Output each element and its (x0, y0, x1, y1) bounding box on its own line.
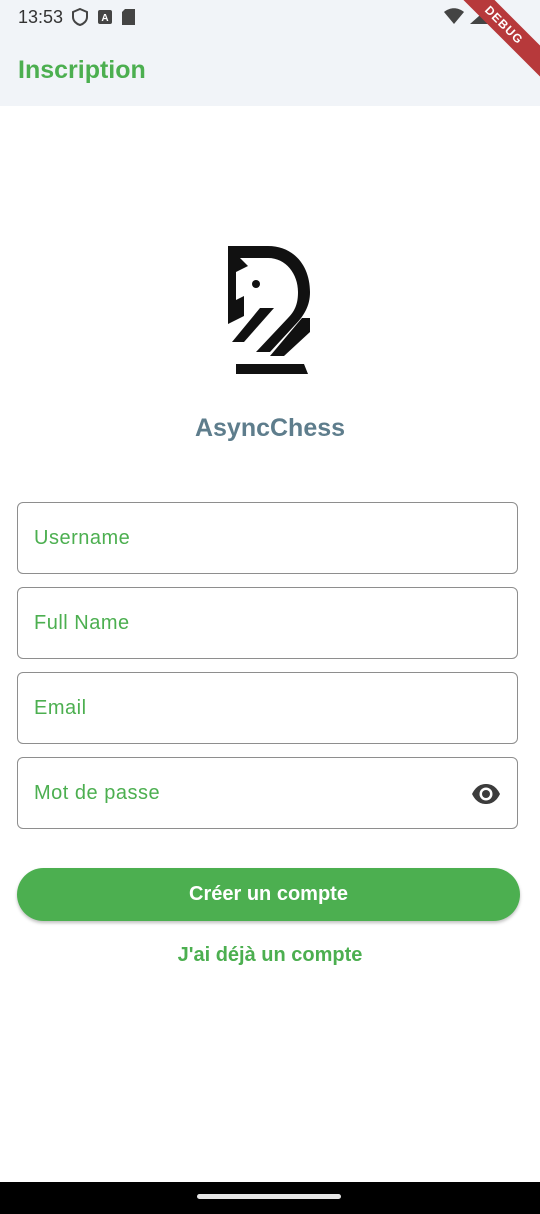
navigation-bar (0, 1182, 540, 1214)
home-gesture-handle[interactable] (197, 1194, 341, 1199)
create-account-button[interactable]: Créer un compte (17, 868, 520, 921)
sd-card-icon (122, 9, 135, 30)
page-title: Inscription (18, 56, 146, 84)
fullname-input[interactable] (34, 588, 454, 658)
app-bar: Inscription (0, 34, 540, 106)
password-field[interactable] (17, 757, 518, 829)
eye-icon[interactable] (471, 782, 501, 806)
email-field[interactable] (17, 672, 518, 744)
fullname-field[interactable] (17, 587, 518, 659)
app-name: AsyncChess (194, 414, 346, 442)
svg-text:A: A (101, 13, 108, 24)
font-icon: A (98, 10, 112, 29)
chess-knight-logo-icon (222, 244, 314, 376)
username-input[interactable] (34, 503, 454, 573)
username-field[interactable] (17, 502, 518, 574)
status-bar: 13:53 A (0, 0, 540, 34)
existing-account-link[interactable]: J'ai déjà un compte (0, 944, 540, 967)
shield-icon (72, 7, 88, 31)
password-input[interactable] (34, 758, 454, 828)
wifi-icon (444, 8, 464, 29)
status-time: 13:53 (18, 7, 64, 27)
email-input[interactable] (34, 673, 454, 743)
status-icons-left: A (72, 7, 135, 31)
